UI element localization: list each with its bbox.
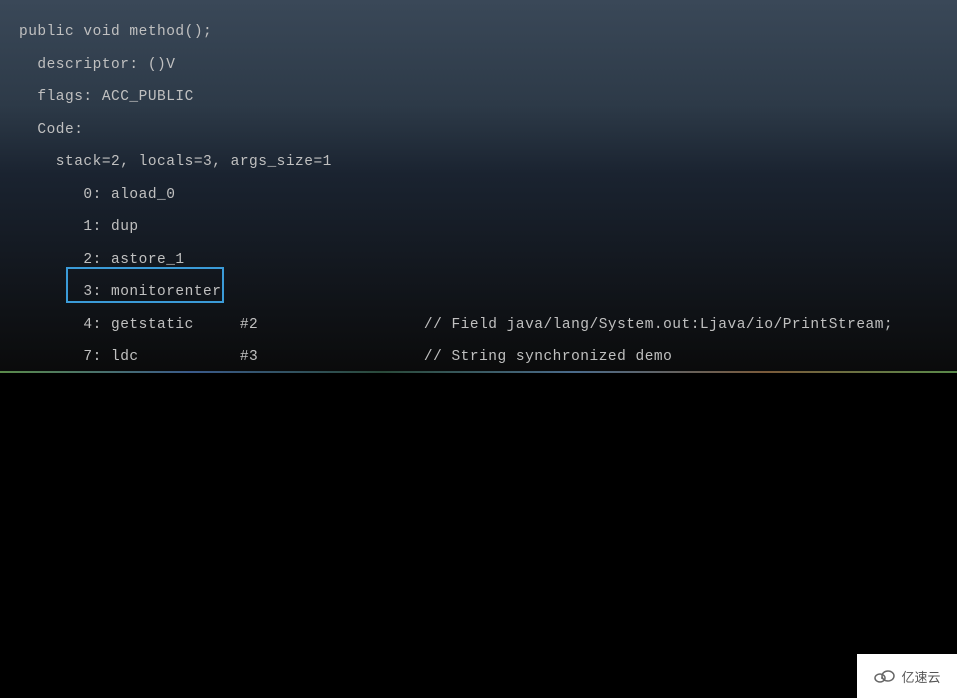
code-label: Code: [19, 114, 957, 147]
instruction-0: 0: aload_0 [19, 179, 957, 212]
cloud-icon [873, 668, 897, 684]
flags-line: flags: ACC_PUBLIC [19, 81, 957, 114]
descriptor-line: descriptor: ()V [19, 49, 957, 82]
watermark-badge: 亿速云 [857, 654, 957, 698]
instruction-3: 3: monitorenter [19, 276, 957, 309]
instruction-1: 1: dup [19, 211, 957, 244]
bytecode-listing: public void method(); descriptor: ()V fl… [0, 0, 957, 374]
stack-line: stack=2, locals=3, args_size=1 [19, 146, 957, 179]
instruction-7: 7: ldc #3 // String synchronized demo [19, 341, 957, 374]
instruction-2: 2: astore_1 [19, 244, 957, 277]
watermark-text: 亿速云 [901, 667, 940, 686]
instruction-4: 4: getstatic #2 // Field java/lang/Syste… [19, 309, 957, 342]
black-region [0, 373, 957, 698]
method-signature: public void method(); [19, 16, 957, 49]
